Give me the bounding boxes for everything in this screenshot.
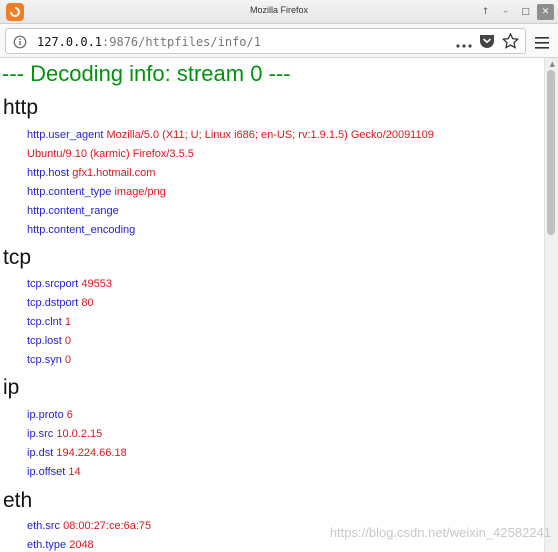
field-http-content-type: http.content_type image/png: [27, 185, 166, 199]
window-titlebar: Mozilla Firefox ↑ – □ ✕: [0, 0, 558, 24]
field-value: 2048: [69, 539, 94, 551]
field-value: image/png: [114, 186, 166, 198]
url-path: :9876/httpfiles/info/1: [102, 35, 261, 49]
field-key: tcp.srcport: [27, 278, 79, 290]
field-ip-proto: ip.proto 6: [27, 408, 73, 422]
field-value: 49553: [81, 278, 113, 290]
page-actions-icon[interactable]: [456, 34, 472, 53]
field-tcp-dstport: tcp.dstport 80: [27, 296, 94, 310]
section-title-eth: eth: [3, 489, 33, 512]
field-eth-src: eth.src 08:00:27:ce:6a:75: [27, 519, 151, 533]
navigation-bar: 127.0.0.1:9876/httpfiles/info/1: [0, 24, 558, 58]
field-http-content-encoding: http.content_encoding: [27, 223, 135, 237]
field-key: ip.proto: [27, 409, 64, 421]
field-key: http.user_agent: [27, 129, 104, 141]
field-ip-offset: ip.offset 14: [27, 465, 81, 479]
field-tcp-clnt: tcp.clnt 1: [27, 315, 71, 329]
field-value: 6: [66, 409, 73, 421]
field-value: 1: [64, 316, 72, 328]
field-key: tcp.clnt: [27, 316, 62, 328]
field-value: 08:00:27:ce:6a:75: [63, 520, 152, 532]
field-key: tcp.lost: [27, 335, 62, 347]
url-host: 127.0.0.1: [37, 35, 103, 49]
field-key: http.content_encoding: [27, 224, 136, 236]
field-key: tcp.syn: [27, 354, 62, 366]
maximize-icon[interactable]: □: [517, 4, 534, 20]
url-text[interactable]: 127.0.0.1:9876/httpfiles/info/1: [37, 35, 261, 49]
field-value: 10.0.2.15: [56, 428, 103, 440]
field-http-content-range: http.content_range: [27, 204, 119, 218]
minimize-icon[interactable]: –: [497, 4, 514, 20]
field-eth-type: eth.type 2048: [27, 538, 94, 552]
info-icon[interactable]: [13, 34, 27, 53]
field-value: gfx1.hotmail.com: [72, 167, 156, 179]
field-value: 14: [68, 466, 81, 478]
field-key: tcp.dstport: [27, 297, 79, 309]
field-http-host: http.host gfx1.hotmail.com: [27, 166, 155, 180]
vertical-scrollbar[interactable]: ▲: [544, 58, 558, 552]
scrollbar-thumb[interactable]: [547, 70, 555, 235]
field-tcp-syn: tcp.syn 0: [27, 353, 71, 367]
url-bar[interactable]: 127.0.0.1:9876/httpfiles/info/1: [5, 28, 526, 54]
field-key: ip.offset: [27, 466, 66, 478]
scroll-up-icon[interactable]: ▲: [550, 60, 555, 68]
bookmark-star-icon[interactable]: [501, 32, 520, 53]
close-icon[interactable]: ✕: [537, 4, 554, 20]
field-key: ip.src: [27, 428, 54, 440]
window-controls: ↑ – □ ✕: [477, 4, 554, 20]
section-title-ip: ip: [3, 376, 20, 399]
page-heading: --- Decoding info: stream 0 ---: [2, 61, 291, 86]
page-content: --- Decoding info: stream 0 --- http htt…: [0, 58, 544, 552]
field-value: 0: [64, 335, 72, 347]
field-key: http.host: [27, 167, 70, 179]
field-value-continued: Ubuntu/9.10 (karmic) Firefox/3.5.5: [27, 148, 194, 160]
field-value: 0: [64, 354, 72, 366]
field-key: eth.type: [27, 539, 67, 551]
field-tcp-lost: tcp.lost 0: [27, 334, 71, 348]
window-title: Mozilla Firefox: [249, 5, 308, 15]
url-actions: [456, 32, 520, 53]
hamburger-menu-icon[interactable]: [535, 34, 549, 53]
field-ip-src: ip.src 10.0.2.15: [27, 427, 102, 441]
section-title-http: http: [3, 96, 39, 119]
field-key: eth.src: [27, 520, 61, 532]
watermark: https://blog.csdn.net/weixin_42582241: [329, 525, 551, 540]
pocket-icon[interactable]: [479, 34, 495, 53]
field-value: Mozilla/5.0 (X11; U; Linux i686; en-US; …: [106, 129, 434, 141]
field-ip-dst: ip.dst 194.224.66.18: [27, 446, 127, 460]
keep-above-icon[interactable]: ↑: [477, 4, 494, 20]
field-value: 80: [81, 297, 94, 309]
field-key: http.content_range: [27, 205, 119, 217]
field-value: 194.224.66.18: [56, 447, 127, 459]
field-key: ip.dst: [27, 447, 54, 459]
field-http-user-agent: http.user_agent Mozilla/5.0 (X11; U; Lin…: [27, 128, 434, 142]
field-tcp-srcport: tcp.srcport 49553: [27, 277, 112, 291]
field-key: http.content_type: [27, 186, 112, 198]
section-title-tcp: tcp: [3, 246, 32, 269]
